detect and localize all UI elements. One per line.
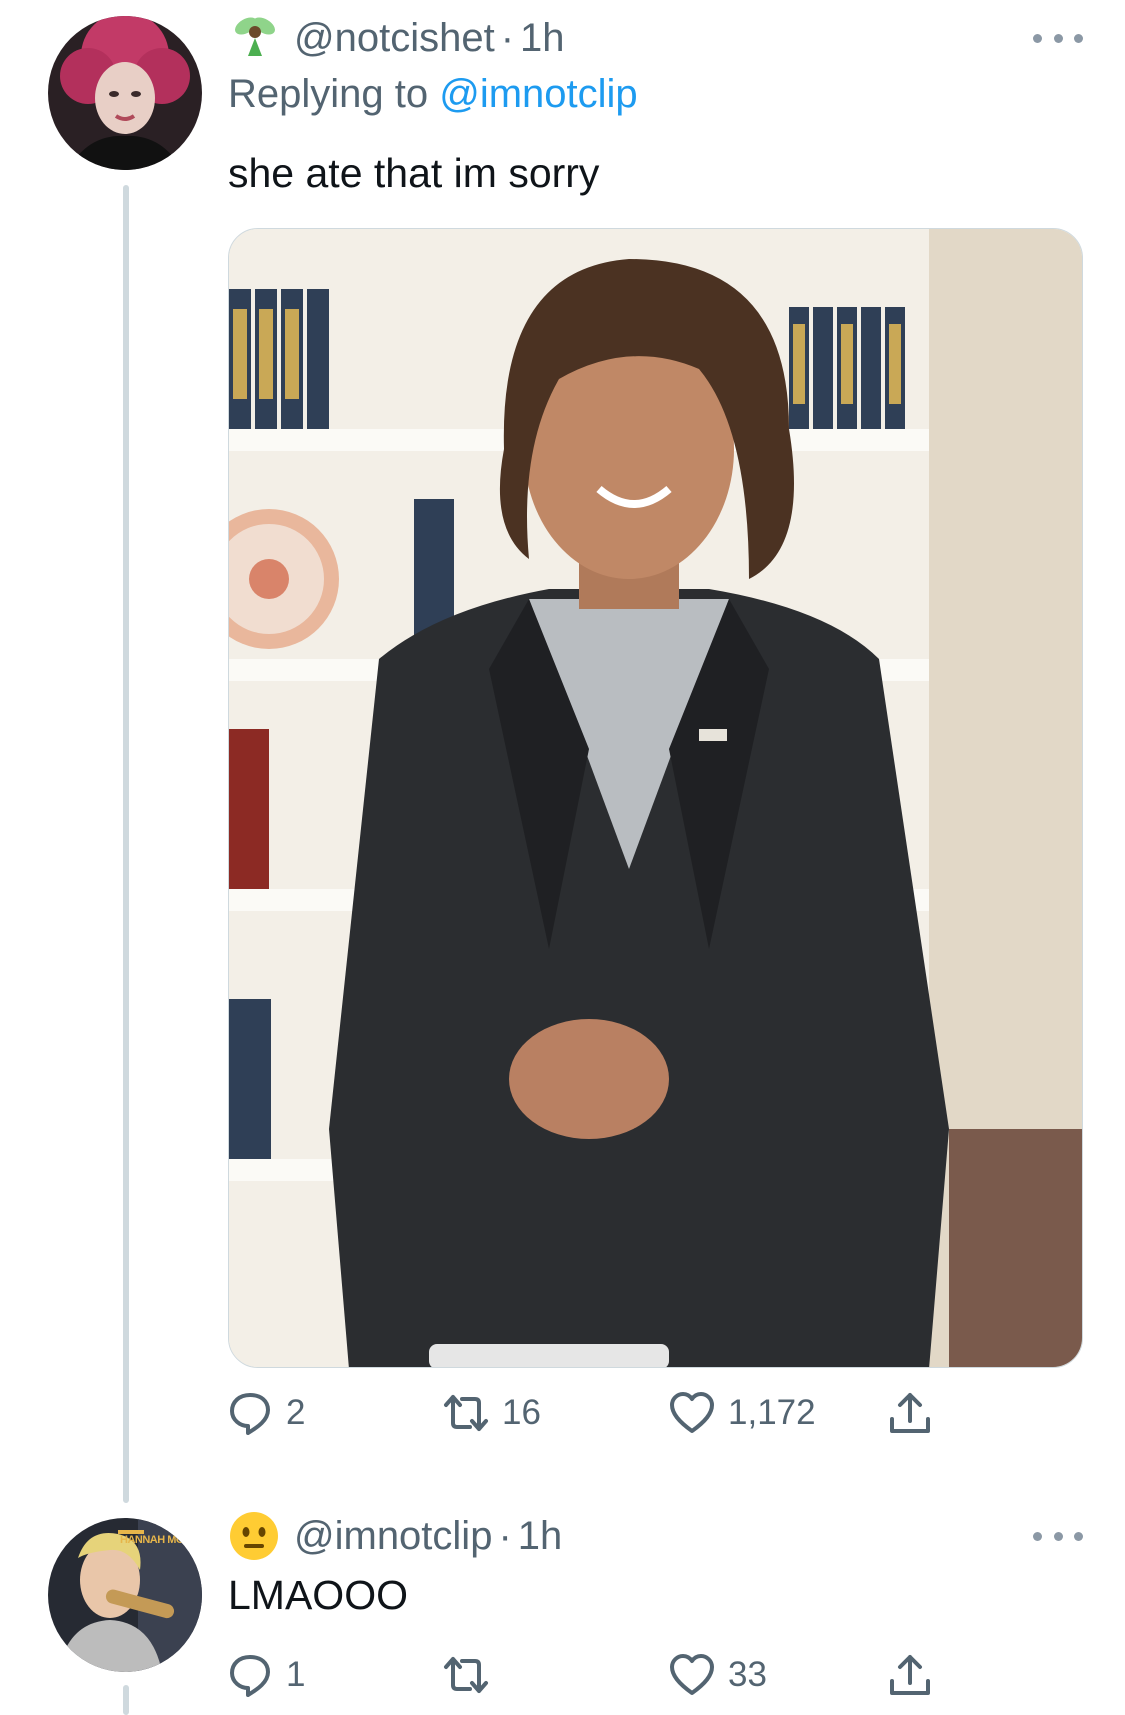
share-icon — [890, 1655, 930, 1695]
replying-prefix: Replying to — [228, 72, 440, 116]
author-handle[interactable]: @notcishet — [294, 16, 495, 61]
like-button[interactable]: 1,172 — [668, 1388, 816, 1438]
retweet-button[interactable] — [442, 1650, 502, 1700]
share-button[interactable] — [886, 1388, 934, 1438]
reply-count: 2 — [286, 1393, 306, 1432]
retweet-count: 16 — [502, 1393, 541, 1432]
like-count: 1,172 — [728, 1393, 816, 1432]
tweet-header: @imnotclip · 1h — [228, 1510, 562, 1562]
author-handle[interactable]: @imnotclip — [294, 1514, 492, 1559]
more-icon[interactable] — [1033, 28, 1083, 48]
reply-button[interactable]: 2 — [226, 1388, 305, 1438]
neutral-face-emoji-icon — [228, 1510, 280, 1562]
tweet-actions: 1 33 — [226, 1650, 930, 1700]
thread-line — [123, 185, 129, 1503]
reply-icon — [230, 1655, 270, 1697]
like-button[interactable]: 33 — [668, 1650, 767, 1700]
tweet-actions: 2 16 1,172 — [226, 1388, 930, 1438]
timestamp[interactable]: 1h — [520, 16, 565, 61]
separator: · — [500, 15, 515, 60]
replying-to-link[interactable]: @imnotclip — [439, 72, 637, 116]
more-icon[interactable] — [1033, 1526, 1083, 1546]
heart-icon — [670, 1654, 714, 1695]
replying-to: Replying to @imnotclip — [228, 72, 638, 117]
retweet-button[interactable]: 16 — [442, 1388, 541, 1438]
share-icon — [890, 1393, 930, 1433]
reply-button[interactable]: 1 — [226, 1650, 305, 1700]
fairy-emoji-icon — [228, 12, 280, 64]
like-count: 33 — [728, 1655, 767, 1694]
avatar-text: HANNAH MONTANA — [120, 1534, 202, 1546]
tweet-text: she ate that im sorry — [228, 150, 600, 196]
reply-icon — [230, 1393, 270, 1435]
share-button[interactable] — [886, 1650, 934, 1700]
separator: · — [498, 1513, 512, 1558]
avatar[interactable] — [48, 16, 202, 170]
avatar[interactable]: HANNAH MONTANA — [48, 1518, 202, 1672]
timestamp[interactable]: 1h — [518, 1514, 563, 1559]
retweet-icon — [444, 1657, 488, 1693]
tweet-text: LMAOOO — [228, 1572, 408, 1618]
heart-icon — [670, 1392, 714, 1433]
reply-count: 1 — [286, 1655, 306, 1694]
tweet-header: @notcishet · 1h — [228, 12, 565, 64]
tweet-photo[interactable] — [228, 228, 1083, 1368]
retweet-icon — [444, 1395, 488, 1431]
